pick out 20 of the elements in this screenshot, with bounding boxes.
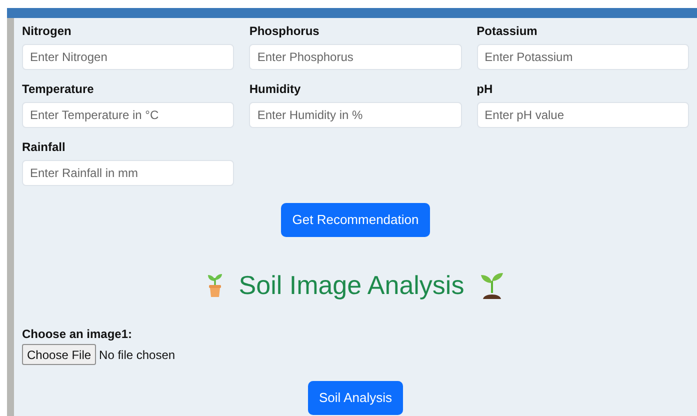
field-label: Phosphorus [249,23,320,39]
soil-analysis-button[interactable]: Soil Analysis [308,381,403,415]
input-field[interactable]: Enter Temperature in °C [22,102,234,128]
upload-label: Choose an image1: [22,327,134,342]
input-field[interactable]: Enter pH value [476,102,689,128]
get-recommendation-button[interactable]: Get Recommendation [281,203,430,237]
input-field[interactable]: Enter Nitrogen [22,44,234,70]
choose-file-button[interactable]: Choose File [22,344,96,365]
field-label: Potassium [476,23,538,39]
field-label: Humidity [249,81,302,97]
input-field[interactable]: Enter Humidity in % [249,102,462,128]
field-label: Rainfall [22,139,66,155]
field-label: pH [476,81,494,97]
input-field[interactable]: Enter Potassium [476,44,689,70]
input-field[interactable]: Enter Rainfall in mm [22,160,234,186]
input-field[interactable]: Enter Phosphorus [249,44,462,70]
field-label: Nitrogen [22,23,72,39]
file-status: No file chosen [99,346,176,364]
field-label: Temperature [22,81,95,97]
section-title: Soil Image Analysis [238,269,464,302]
